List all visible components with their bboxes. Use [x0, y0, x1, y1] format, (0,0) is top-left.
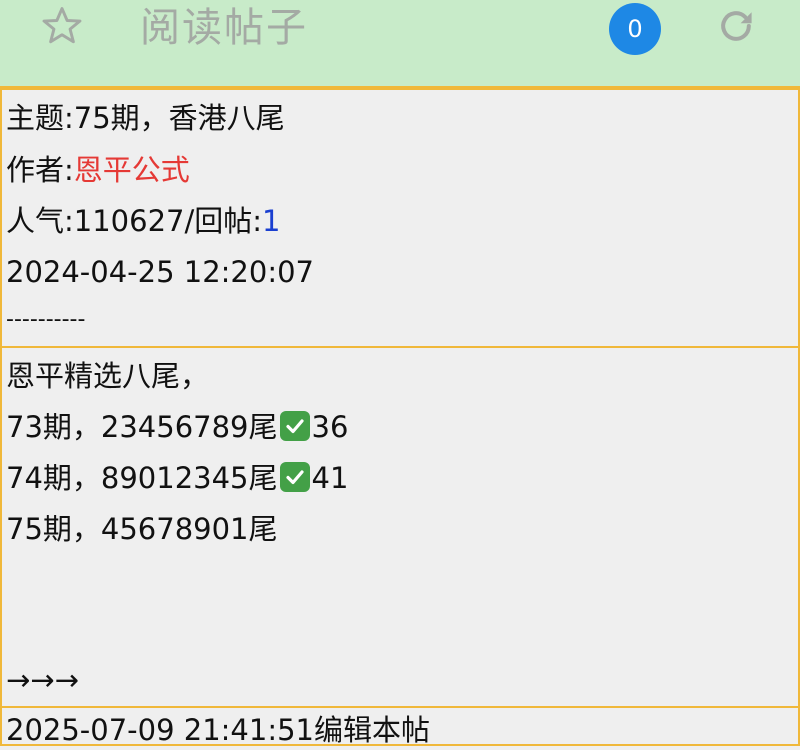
row-result: 41 [311, 461, 349, 495]
arrows-text: →→→ [6, 663, 79, 697]
refresh-icon [714, 4, 758, 52]
reply-count[interactable]: 1 [262, 204, 280, 238]
subject-label: 主题: [6, 101, 74, 135]
post-content: 恩平精选八尾， 73期，23456789尾 36 74期，89012345尾 41 … [0, 346, 800, 708]
row-text: 73期，23456789尾 [6, 410, 278, 444]
row-text: 74期，89012345尾 [6, 461, 278, 495]
content-heading: 恩平精选八尾， [6, 359, 210, 393]
star-icon [40, 4, 84, 52]
replies-label: /回帖: [184, 204, 263, 238]
author-label: 作者: [6, 153, 74, 187]
popularity-count: 110627 [73, 204, 185, 238]
separator-text: ---------- [6, 307, 86, 332]
app-header: 阅读帖子 0 [0, 0, 800, 88]
post-author[interactable]: 恩平公式 [74, 153, 190, 187]
check-mark-icon [279, 411, 310, 441]
post-datetime: 2024-04-25 12:20:07 [6, 255, 314, 289]
page-title: 阅读帖子 [140, 5, 308, 51]
post-subject-line: 主题:75期，香港八尾 [6, 98, 285, 138]
content-row: 75期，45678901尾 [6, 509, 278, 549]
edit-note: 2025-07-09 21:41:51编辑本帖 [6, 713, 430, 747]
post-footer: 2025-07-09 21:41:51编辑本帖 [0, 706, 800, 747]
post-stats-line: 人气:110627/回帖:1 [6, 201, 281, 241]
post-author-line: 作者:恩平公式 [6, 150, 190, 190]
post-subject: 75期，香港八尾 [73, 101, 285, 135]
content-row: 74期，89012345尾 41 [6, 458, 348, 498]
favorite-button[interactable] [38, 4, 86, 52]
row-result: 36 [311, 410, 349, 444]
unread-count-badge[interactable]: 0 [609, 3, 661, 55]
content-row: 73期，23456789尾 36 [6, 407, 348, 447]
refresh-button[interactable] [712, 4, 760, 52]
post-header: 主题:75期，香港八尾 作者:恩平公式 人气:110627/回帖:1 2024-… [0, 88, 800, 348]
row-text: 75期，45678901尾 [6, 512, 278, 546]
check-mark-icon [279, 462, 310, 492]
popularity-label: 人气: [6, 204, 74, 238]
